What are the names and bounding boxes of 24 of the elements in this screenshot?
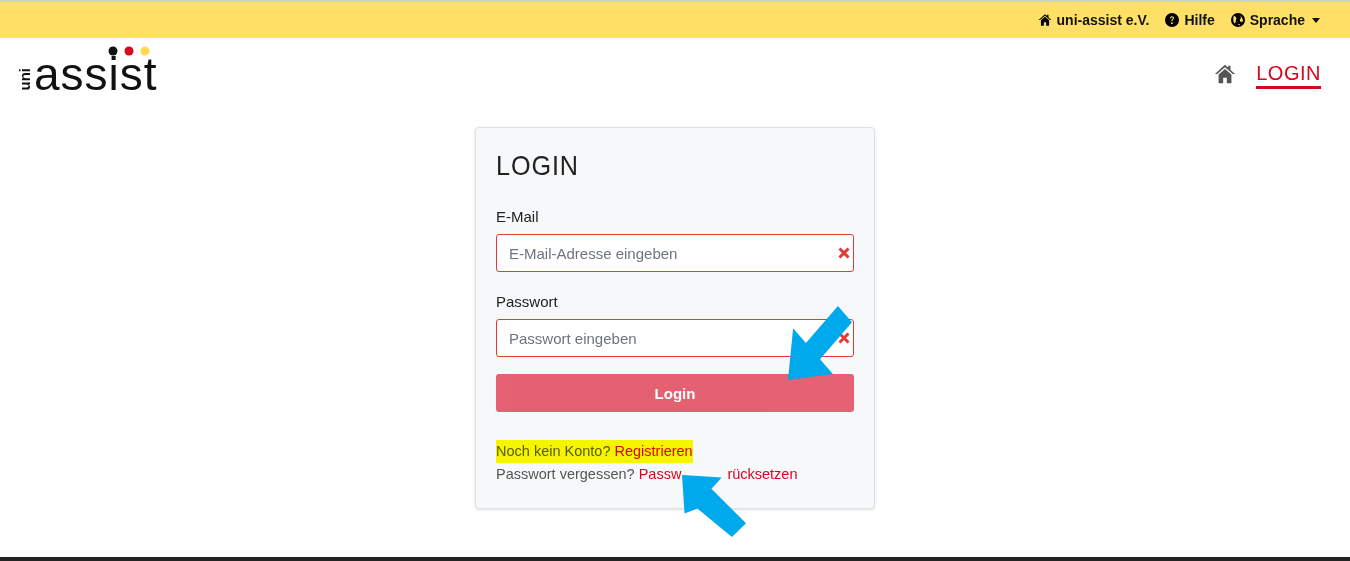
dots-icon [108,46,150,56]
register-link[interactable]: Registrieren [614,443,693,459]
nav-link[interactable]: LOGIN [1256,62,1321,89]
card-title: LOGIN [496,150,579,182]
reset-link[interactable]: Passw [638,466,682,482]
top-bar-link[interactable]: uni-assist e.V. [1056,12,1150,28]
register-prompt: Noch kein Konto? [496,443,611,459]
help-icon [1165,13,1180,27]
input-field[interactable]: E-Mail-Adresse eingeben [496,234,854,272]
top-bar-link[interactable]: Hilfe [1184,12,1215,28]
input-field[interactable]: Passwort eingeben [496,319,854,357]
reset-prompt: Passwort vergessen? [496,466,635,482]
error-icon [838,247,850,259]
logo-text: uni [18,67,32,90]
field-label: Passwort [496,293,559,310]
home-icon [1037,13,1052,27]
logo-text: assist [34,54,158,94]
arrow-icon [788,306,852,380]
globe-icon [1230,13,1245,27]
top-bar-link[interactable]: Sprache [1249,12,1320,28]
error-icon [838,332,850,344]
reset-link[interactable]: rücksetzen [727,466,798,482]
field-label: E-Mail [496,208,540,225]
home-icon [1214,63,1237,85]
